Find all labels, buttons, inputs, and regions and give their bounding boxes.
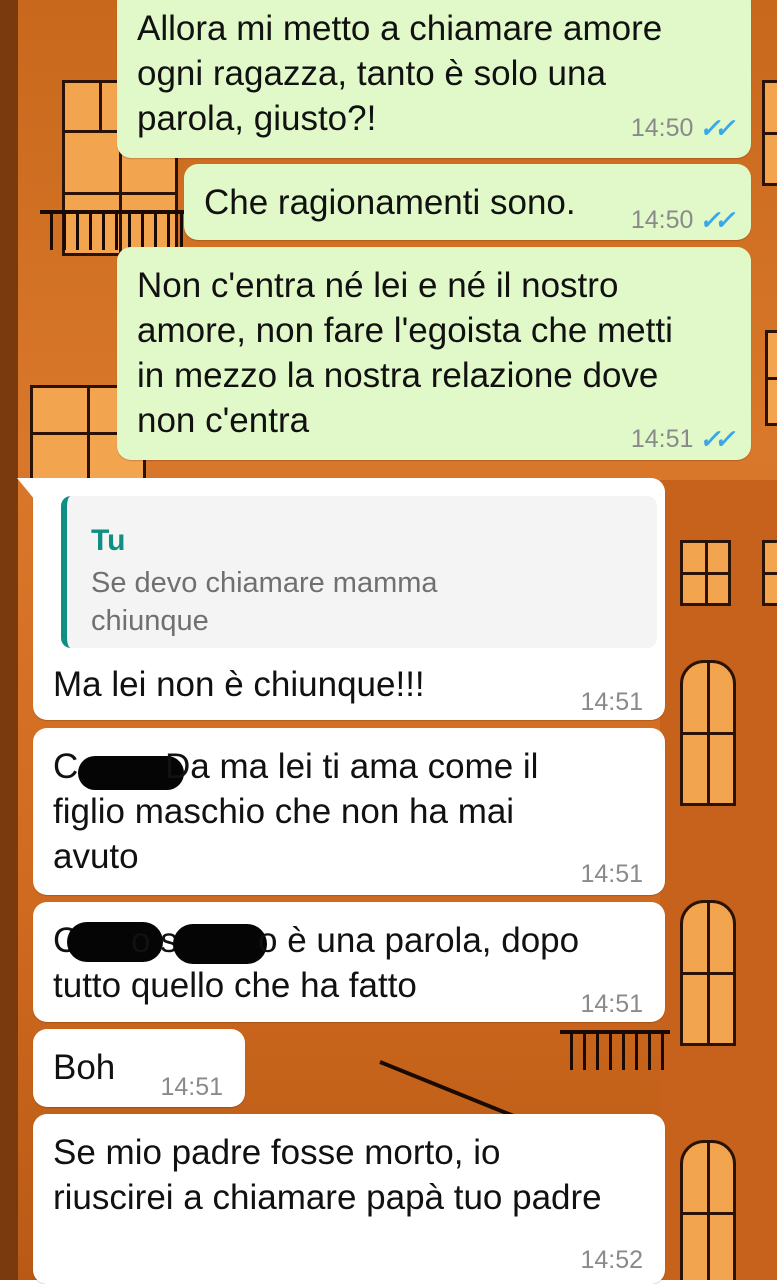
incoming-message[interactable]: Tu Se devo chiamare mamma chiunque Ma le… — [17, 478, 665, 720]
outgoing-message[interactable]: Allora mi metto a chiamare amore ogni ra… — [117, 0, 751, 158]
message-time: 14:52 — [580, 1246, 643, 1274]
message-text: Ma lei non è chiunque!!! — [53, 665, 425, 704]
quote-text: Se devo chiamare mamma chiunque — [91, 567, 438, 637]
outgoing-message[interactable]: Non c'entra né lei e né il nostro amore,… — [117, 247, 751, 460]
incoming-message[interactable]: Se mio padre fosse morto, io riuscirei a… — [33, 1114, 665, 1284]
message-time: 14:51 — [580, 688, 643, 716]
read-receipt-icon: ✓✓ — [698, 113, 735, 143]
quoted-reply[interactable]: Tu Se devo chiamare mamma chiunque — [61, 496, 657, 648]
message-meta: 14:51 ✓✓ — [630, 417, 734, 462]
message-time: 14:51 — [630, 425, 694, 453]
message-text: Allora mi metto a chiamare amore ogni ra… — [137, 9, 663, 138]
message-time: 14:51 — [580, 990, 643, 1018]
message-meta: 14:50 ✓✓ — [630, 198, 734, 243]
message-meta: 14:50 ✓✓ — [630, 106, 734, 151]
incoming-message[interactable]: C o s o è una parola, dopo tutto quello … — [33, 902, 665, 1022]
incoming-message[interactable]: Boh 14:51 — [33, 1029, 245, 1107]
message-time: 14:50 — [630, 114, 694, 142]
message-text: Da ma lei ti ama come il figlio maschio … — [53, 747, 539, 876]
message-time: 14:50 — [630, 206, 694, 234]
outgoing-message[interactable]: Che ragionamenti sono. 14:50 ✓✓ — [184, 164, 751, 240]
message-text-part: tutto quello che ha fatto — [53, 966, 417, 1005]
message-text: Boh — [53, 1048, 116, 1087]
message-text-part: o s — [131, 921, 178, 960]
message-time: 14:51 — [160, 1073, 223, 1101]
read-receipt-icon: ✓✓ — [698, 205, 735, 235]
message-time: 14:51 — [580, 860, 643, 888]
quote-author: Tu — [91, 524, 126, 557]
message-text: Se mio padre fosse morto, io riuscirei a… — [53, 1133, 602, 1217]
bubble-tail — [17, 478, 35, 500]
redaction-mark — [173, 924, 267, 964]
incoming-message[interactable]: C Da ma lei ti ama come il figlio maschi… — [33, 728, 665, 895]
message-text-part: o è una parola, dopo — [258, 921, 580, 960]
read-receipt-icon: ✓✓ — [698, 424, 735, 454]
message-text: Che ragionamenti sono. — [204, 183, 576, 222]
message-text: Non c'entra né lei e né il nostro amore,… — [137, 266, 673, 440]
